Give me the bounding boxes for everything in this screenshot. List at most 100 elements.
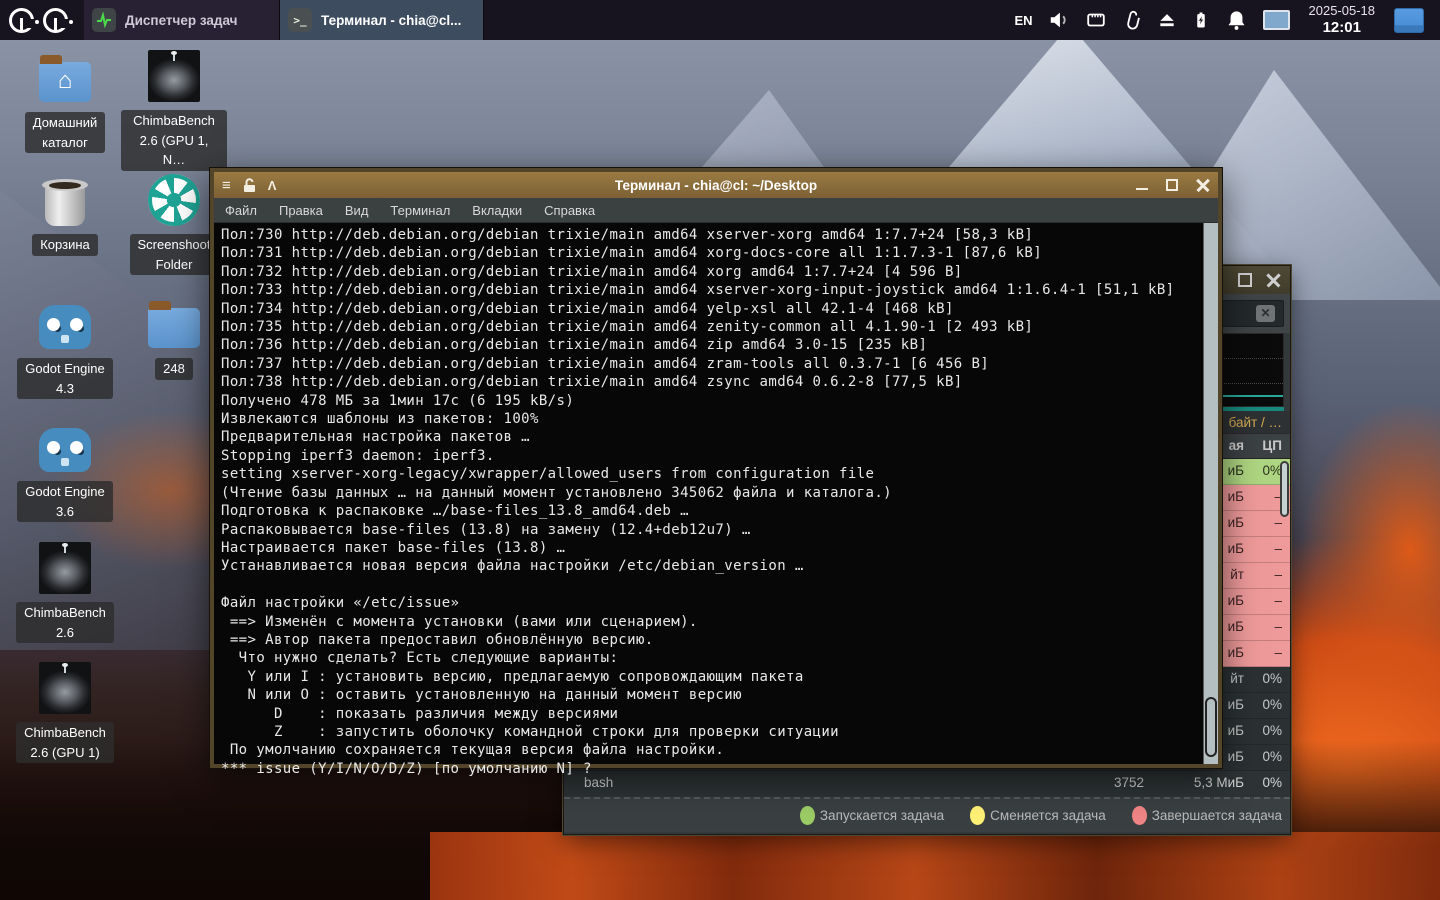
process-cpu: 0% [1262,697,1282,712]
workspace-pager[interactable] [1394,7,1424,33]
process-memory: иБ [1227,593,1244,608]
terminal-titlebar[interactable]: ≡ Λ Терминал - chia@cl: ~/Desktop [214,172,1218,198]
desktop-icon-label: Корзина [32,234,98,256]
taskbar-button[interactable]: Диспетчер задач [84,0,280,40]
keyboard-layout-indicator[interactable]: EN [1014,13,1032,28]
launcher-icon[interactable] [9,7,39,33]
icon-glyph [148,174,200,226]
legend-dot [799,806,815,825]
window-buttons: Диспетчер задач >_ Терминал - chia@cl... [84,0,484,40]
column-cpu[interactable]: ЦП [1262,438,1282,453]
legend-dot [970,806,986,825]
legend-item: Запускается задача [799,806,945,825]
icon-glyph [39,428,91,472]
process-cpu: 0% [1262,775,1282,790]
desktop-icon-label: 248 [155,358,193,380]
volume-icon[interactable] [1048,9,1070,31]
legend-label: Запускается задача [819,808,945,823]
taskbar-button[interactable]: >_ Терминал - chia@cl... [280,0,484,40]
desktop-icon-image [39,50,91,106]
clear-filter-icon[interactable]: ✕ [1256,305,1275,322]
task-manager-scrollbar[interactable] [1280,461,1289,517]
window-menu-icon[interactable]: ≡ [222,178,231,193]
status-legend: Запускается задача Сменяется задача Заве… [564,797,1290,832]
maximize-icon[interactable] [1238,273,1252,287]
taskbar-button-label: Терминал - chia@cl... [321,12,462,28]
icon-glyph [39,662,91,714]
process-memory: иБ [1227,541,1244,556]
menu-item[interactable]: Вкладки [461,203,533,218]
minimize-icon[interactable] [1136,187,1148,191]
close-icon[interactable] [1196,178,1210,192]
process-memory: иБ [1227,463,1244,478]
process-memory: иБ [1227,749,1244,764]
launcher-icon[interactable] [43,7,73,33]
menu-item[interactable]: Файл [214,203,268,218]
window-controls [1010,178,1210,192]
desktop-icon-label: Godot Engine 4.3 [17,358,113,399]
notifications-icon[interactable] [1225,9,1248,32]
display-icon[interactable] [1262,10,1290,30]
icon-glyph [42,179,88,226]
desktop-icon[interactable]: Домашний каталог [12,50,118,153]
desktop-icon-label: Домашний каталог [24,112,106,153]
network-icon[interactable] [1085,9,1107,31]
unlock-icon[interactable] [243,177,256,193]
app-icon [92,8,116,32]
process-cpu: – [1274,593,1282,608]
desktop-icon-image [39,660,91,716]
process-memory: йт [1230,671,1244,686]
clock[interactable]: 2025-05-18 12:01 [1308,2,1376,36]
process-memory: иБ [1227,723,1244,738]
desktop-icon[interactable]: Корзина [12,172,118,256]
close-icon[interactable] [1266,273,1280,287]
icon-glyph [148,301,200,348]
desktop-icon-label: Screenshoot Folder [129,234,219,275]
desktop-icon[interactable]: Godot Engine 3.6 [12,419,118,522]
terminal-scrollbar[interactable] [1203,223,1218,764]
menu-item[interactable]: Правка [268,203,334,218]
desktop-icon-image [42,172,88,228]
terminal-window: ≡ Λ Терминал - chia@cl: ~/Desktop Файл Пр… [209,167,1223,777]
top-panel: Диспетчер задач >_ Терминал - chia@cl...… [0,0,1440,40]
desktop-icon-label: ChimbaBench 2.6 (GPU 1, N… [121,110,227,171]
desktop-icon-image [39,540,91,596]
process-memory: иБ [1227,697,1244,712]
desktop-icon[interactable]: ChimbaBench 2.6 (GPU 1, N… [121,48,227,171]
clock-date: 2025-05-18 [1308,2,1376,18]
clock-time: 12:01 [1322,18,1361,36]
menu-item[interactable]: Терминал [379,203,461,218]
maximize-icon[interactable] [1166,179,1178,191]
eject-icon[interactable] [1157,10,1177,30]
desktop-icon-label: Godot Engine 3.6 [17,481,113,522]
shade-icon[interactable]: Λ [268,178,277,193]
process-cpu: – [1274,567,1282,582]
icon-glyph [39,542,91,594]
process-cpu: 0% [1262,671,1282,686]
column-memory[interactable]: ая [1229,438,1244,453]
taskbar-button-label: Диспетчер задач [125,12,238,28]
terminal-icon: >_ [288,8,312,32]
battery-icon[interactable] [1192,9,1210,31]
desktop-icon-image [39,296,91,352]
desktop-icon-image [148,296,200,352]
icon-glyph [39,55,91,102]
menu-item[interactable]: Вид [334,203,380,218]
process-cpu: 0% [1262,723,1282,738]
clipboard-icon[interactable] [1122,9,1142,31]
desktop-icon[interactable]: ChimbaBench 2.6 [12,540,118,643]
process-cpu: – [1274,645,1282,660]
legend-label: Сменяется задача [990,808,1106,823]
process-memory: йт [1230,567,1244,582]
desktop-icon[interactable]: ChimbaBench 2.6 (GPU 1) [12,660,118,763]
menu-item[interactable]: Справка [533,203,606,218]
legend-item: Завершается задача [1131,806,1282,825]
pulse-icon [97,12,111,28]
terminal-scrollbar-thumb[interactable] [1205,697,1217,757]
desktop-icon[interactable]: Godot Engine 4.3 [12,296,118,399]
process-memory: иБ [1227,645,1244,660]
desktop-icon-image [148,172,200,228]
legend-label: Завершается задача [1151,808,1282,823]
terminal-output: Пол:730 http://deb.debian.org/debian tri… [221,227,1175,777]
terminal-content[interactable]: Пол:730 http://deb.debian.org/debian tri… [214,223,1218,777]
